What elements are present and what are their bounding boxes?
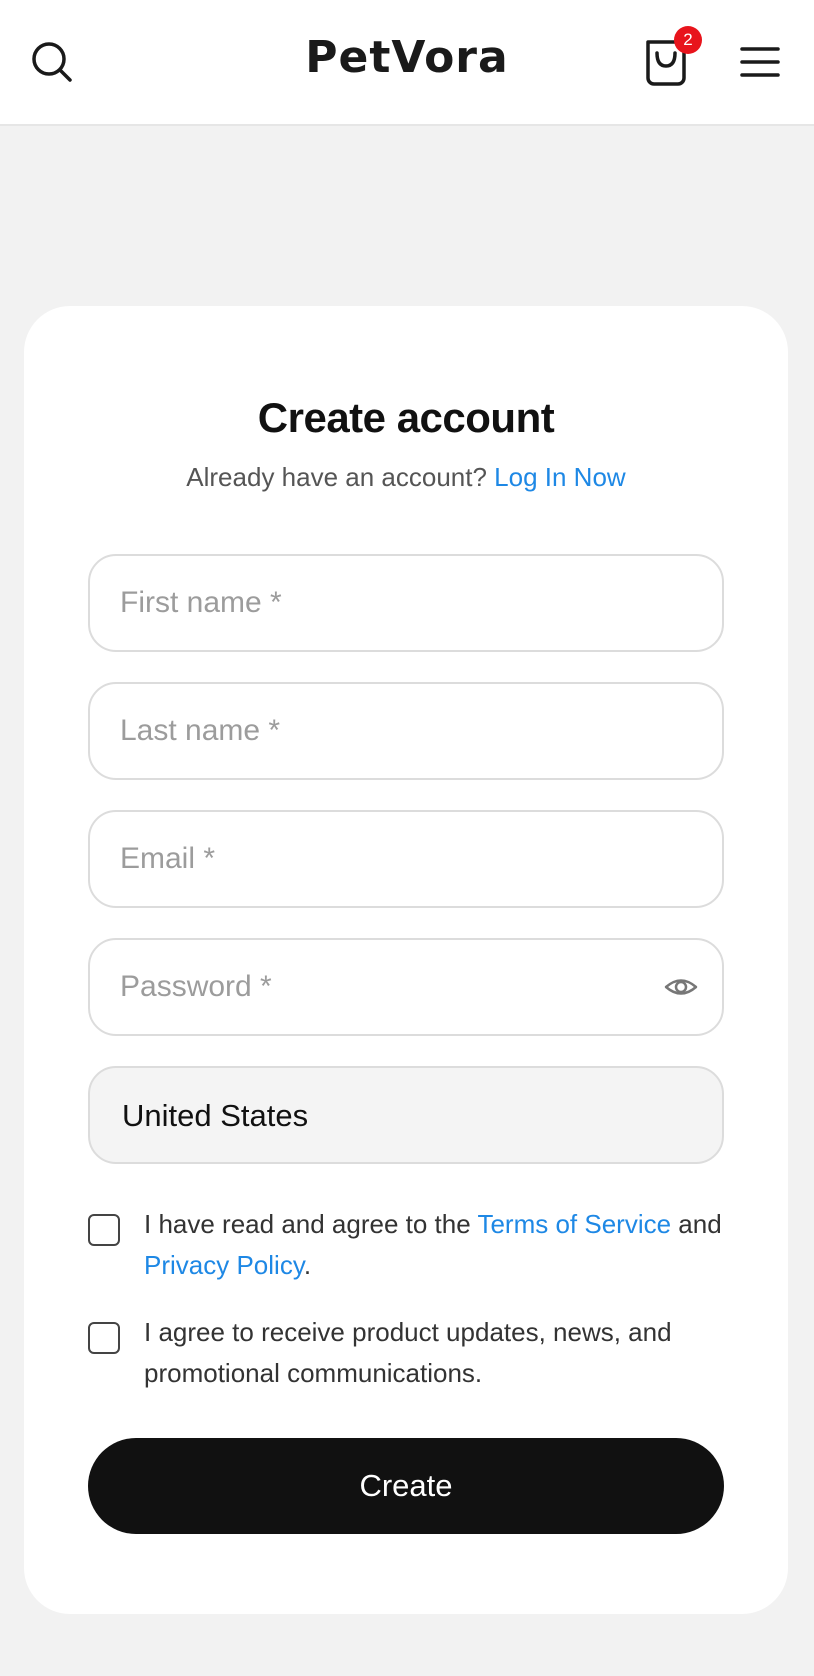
site-header: PetVora 2 (0, 0, 814, 126)
hamburger-menu-icon (740, 47, 780, 77)
marketing-consent-text: I agree to receive product updates, news… (144, 1317, 672, 1388)
create-account-card: Create account Already have an account? … (24, 306, 788, 1614)
page-title: Create account (257, 394, 555, 441)
country-select[interactable]: United States (88, 1066, 724, 1164)
last-name-input[interactable] (120, 684, 680, 778)
terms-text-before: I have read and agree to the (144, 1209, 478, 1239)
cart-count-badge: 2 (674, 26, 702, 54)
email-field (88, 810, 724, 908)
country-selected-value: United States (122, 1098, 309, 1133)
eye-icon (664, 979, 698, 995)
menu-button[interactable] (740, 44, 780, 80)
marketing-checkbox[interactable] (88, 1322, 120, 1354)
show-password-button[interactable] (664, 970, 698, 1004)
terms-text-after: . (303, 1250, 312, 1280)
terms-consent-text: I have read and agree to the Terms of Se… (144, 1204, 724, 1286)
privacy-policy-link[interactable]: Privacy Policy (144, 1250, 304, 1280)
terms-text-middle: and (671, 1209, 722, 1239)
login-prompt: Already have an account? Log In Now (24, 462, 788, 493)
terms-of-service-link[interactable]: Terms of Service (477, 1209, 671, 1239)
terms-checkbox[interactable] (88, 1214, 120, 1246)
password-input[interactable] (120, 940, 680, 1034)
password-field (88, 938, 724, 1036)
email-input[interactable] (120, 812, 680, 906)
first-name-field (88, 554, 724, 652)
create-account-button[interactable]: Create (88, 1438, 724, 1534)
login-link[interactable]: Log In Now (494, 462, 626, 492)
first-name-input[interactable] (120, 556, 680, 650)
last-name-field (88, 682, 724, 780)
login-prompt-text: Already have an account? (186, 462, 487, 492)
